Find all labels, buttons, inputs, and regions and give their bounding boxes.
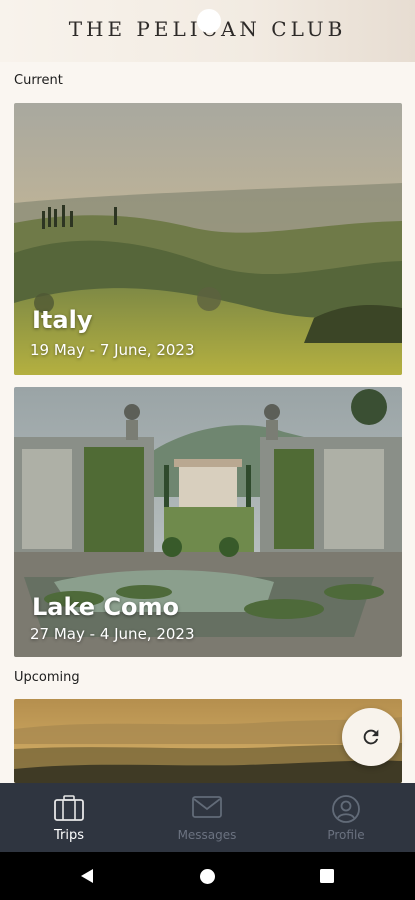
back-icon[interactable] xyxy=(78,867,96,885)
envelope-icon xyxy=(192,796,222,818)
tab-label: Messages xyxy=(177,828,237,842)
tab-label: Profile xyxy=(327,828,365,842)
app-header: THE PELICAN CLUB xyxy=(0,0,415,62)
trip-dates: 19 May - 7 June, 2023 xyxy=(30,341,195,359)
trip-title: Lake Como xyxy=(32,593,180,621)
tab-messages[interactable]: Messages xyxy=(138,783,276,852)
tab-label: Trips xyxy=(53,828,84,843)
trip-card-italy[interactable]: Italy 19 May - 7 June, 2023 xyxy=(14,103,402,375)
section-label-current: Current xyxy=(14,73,63,88)
user-icon xyxy=(332,795,360,823)
refresh-button[interactable] xyxy=(342,708,400,766)
italy-landscape-image xyxy=(14,103,402,375)
suitcase-icon xyxy=(54,795,84,821)
bottom-tab-bar: Trips Messages Profile xyxy=(0,783,415,852)
system-nav-bar xyxy=(0,852,415,900)
recents-icon[interactable] xyxy=(319,868,335,884)
tab-profile[interactable]: Profile xyxy=(277,783,415,852)
trip-card-lake-como[interactable]: Lake Como 27 May - 4 June, 2023 xyxy=(14,387,402,657)
camera-cutout xyxy=(197,9,221,33)
home-icon[interactable] xyxy=(199,868,216,885)
trip-dates: 27 May - 4 June, 2023 xyxy=(30,625,195,643)
tab-trips[interactable]: Trips xyxy=(0,783,138,852)
section-label-upcoming: Upcoming xyxy=(14,670,80,685)
refresh-icon xyxy=(363,729,379,745)
trip-title: Italy xyxy=(32,306,93,334)
